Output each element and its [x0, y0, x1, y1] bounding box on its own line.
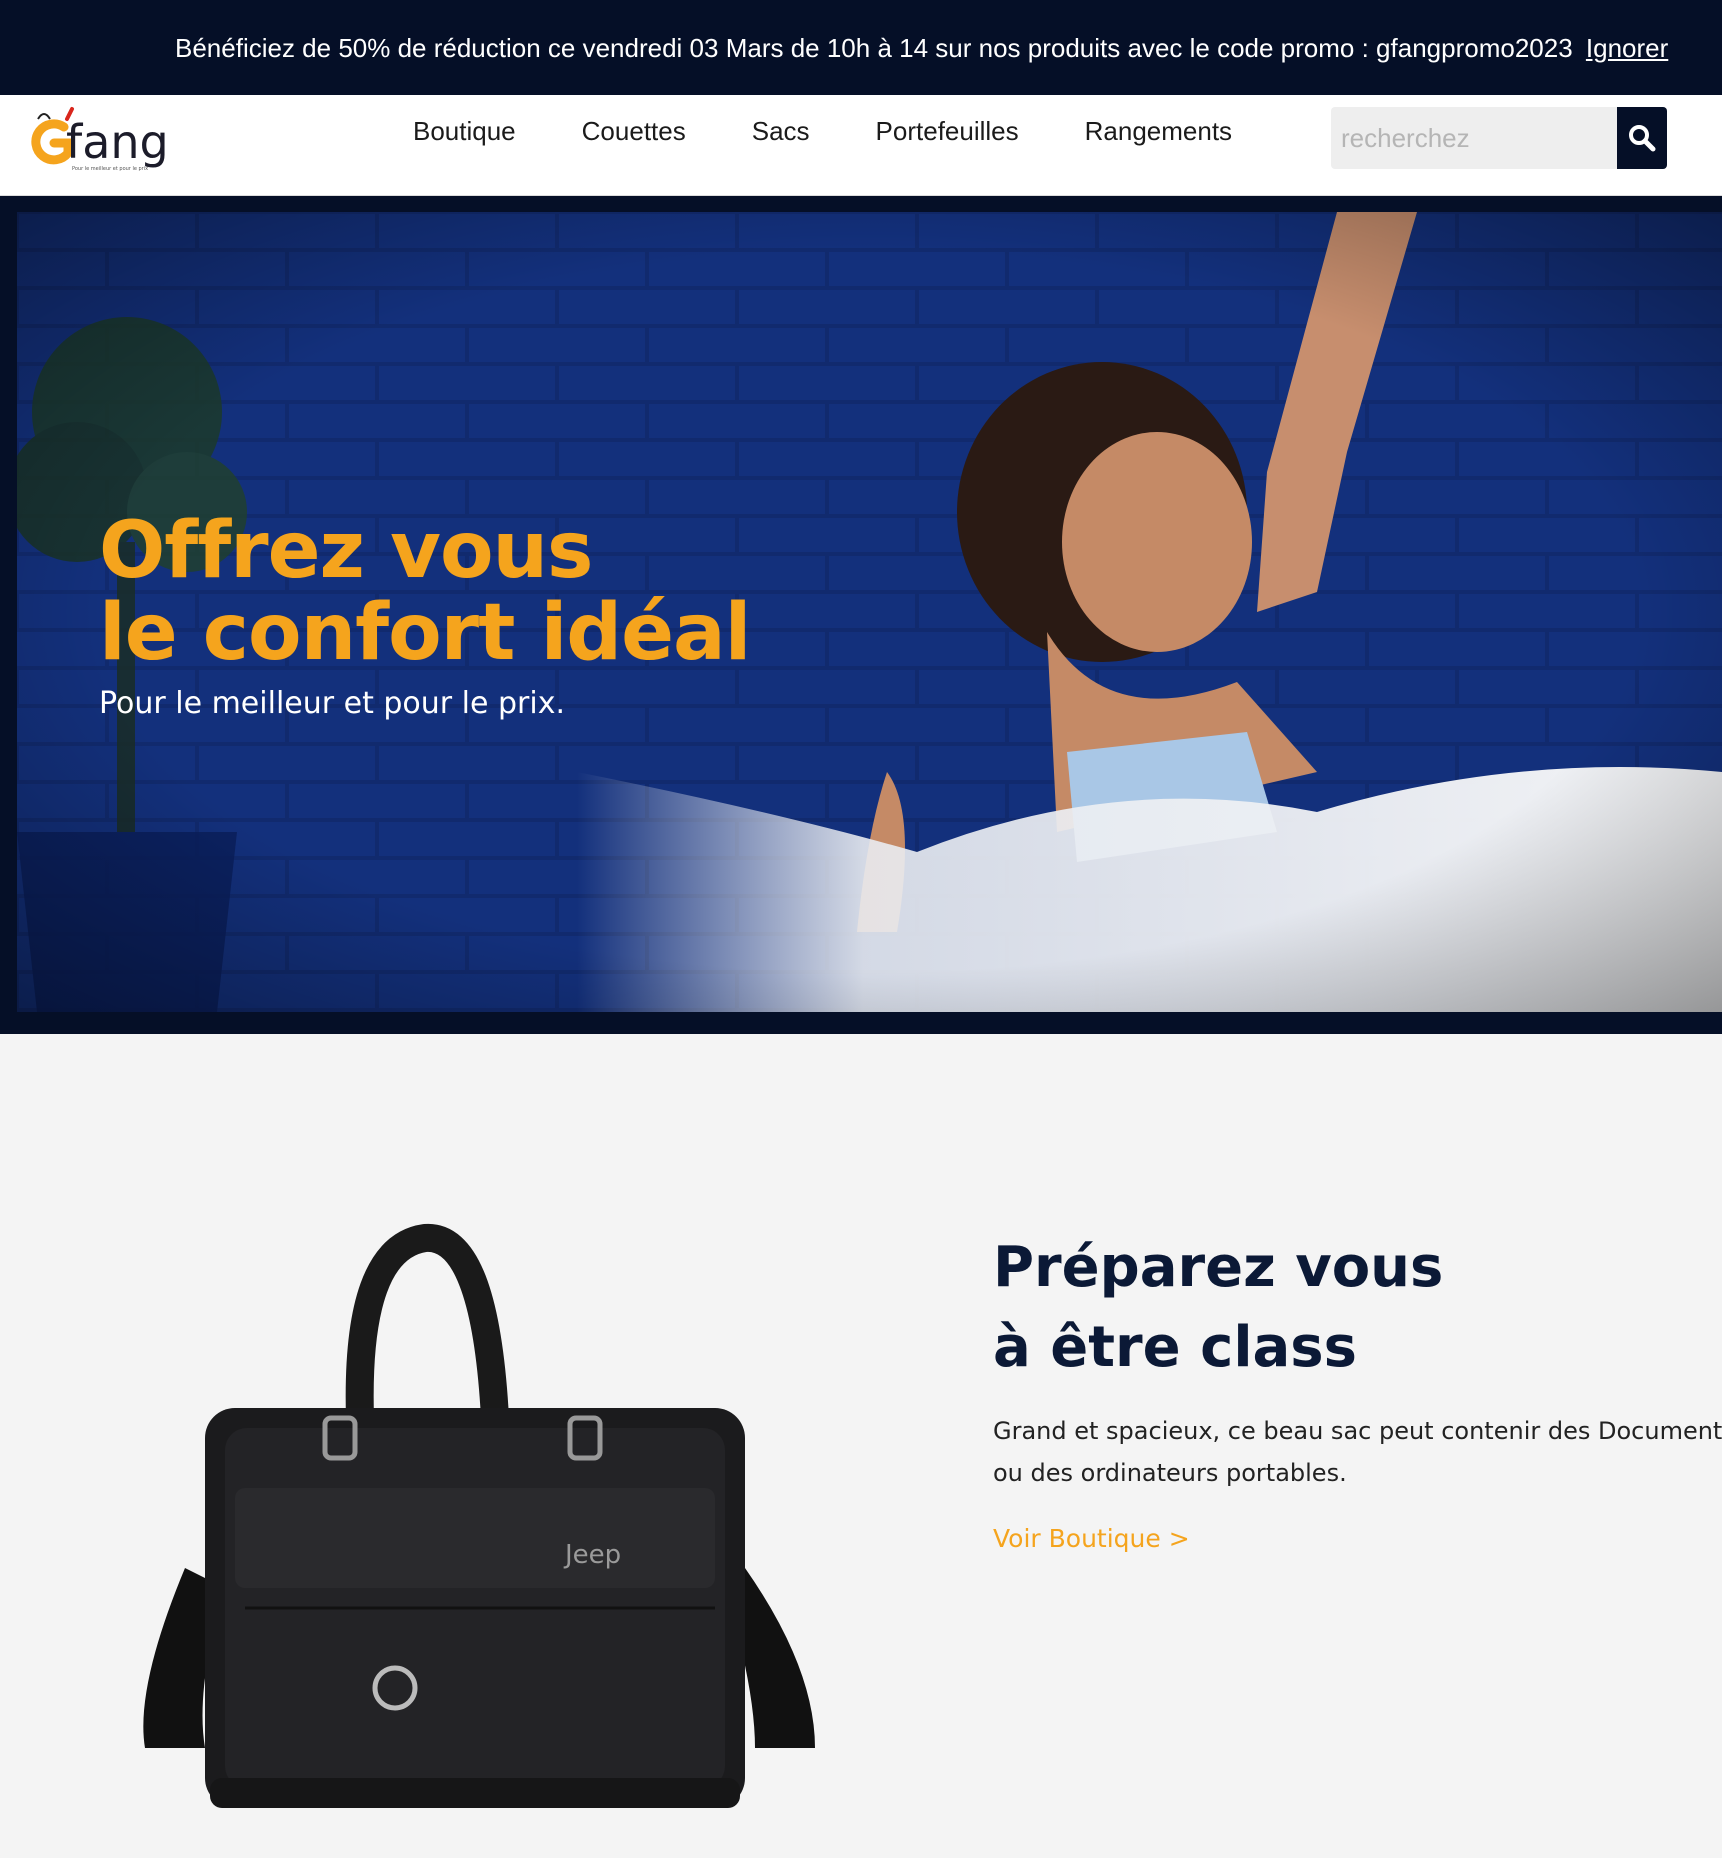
- search-box: [1331, 107, 1667, 169]
- gfang-logo-icon: fang Pour le meilleur et pour le prix: [31, 107, 169, 172]
- nav-item-portefeuilles[interactable]: Portefeuilles: [876, 116, 1019, 147]
- product-title-line-1: Préparez vous: [993, 1235, 1444, 1300]
- search-input[interactable]: [1331, 107, 1611, 169]
- main-nav: Boutique Couettes Sacs Portefeuilles Ran…: [380, 95, 1265, 167]
- hero-banner: Offrez vous le confort idéal Pour le mei…: [17, 212, 1722, 1012]
- nav-item-couettes[interactable]: Couettes: [582, 116, 686, 147]
- hero-subtitle: Pour le meilleur et pour le prix.: [99, 686, 565, 721]
- hero-title-line-1: Offrez vous: [99, 506, 594, 596]
- hero-title-line-2: le confort idéal: [99, 588, 751, 678]
- promo-text: Bénéficiez de 50% de réduction ce vendre…: [175, 33, 1573, 63]
- svg-text:Pour le meilleur et pour le pr: Pour le meilleur et pour le prix: [72, 166, 148, 172]
- product-title-line-2: à être class: [993, 1315, 1357, 1380]
- svg-text:fang: fang: [66, 115, 169, 169]
- product-title: Préparez vous à être class: [993, 1228, 1443, 1388]
- search-button[interactable]: [1617, 107, 1667, 169]
- nav-item-sacs[interactable]: Sacs: [752, 116, 810, 147]
- product-description-line-2: ou des ordinateurs portables.: [993, 1459, 1347, 1487]
- product-description-line-1: Grand et spacieux, ce beau sac peut cont…: [993, 1417, 1722, 1445]
- promo-dismiss-link[interactable]: Ignorer: [1586, 33, 1668, 63]
- hero-title: Offrez vous le confort idéal: [99, 506, 751, 678]
- product-section: Jeep Préparez vous à être class Grand et…: [0, 1058, 1722, 1858]
- site-header: fang Pour le meilleur et pour le prix Bo…: [0, 95, 1722, 196]
- product-description: Grand et spacieux, ce beau sac peut cont…: [993, 1410, 1722, 1494]
- site-logo[interactable]: fang Pour le meilleur et pour le prix: [24, 103, 174, 183]
- bag-brand-label: Jeep: [563, 1540, 621, 1570]
- product-bag-image[interactable]: Jeep: [125, 1188, 825, 1828]
- nav-item-rangements[interactable]: Rangements: [1085, 116, 1232, 147]
- shop-link[interactable]: Voir Boutique >: [993, 1524, 1190, 1553]
- hero-section: Offrez vous le confort idéal Pour le mei…: [0, 196, 1722, 1034]
- search-icon: [1629, 125, 1656, 152]
- nav-item-boutique[interactable]: Boutique: [413, 116, 516, 147]
- promo-banner: Bénéficiez de 50% de réduction ce vendre…: [0, 0, 1722, 95]
